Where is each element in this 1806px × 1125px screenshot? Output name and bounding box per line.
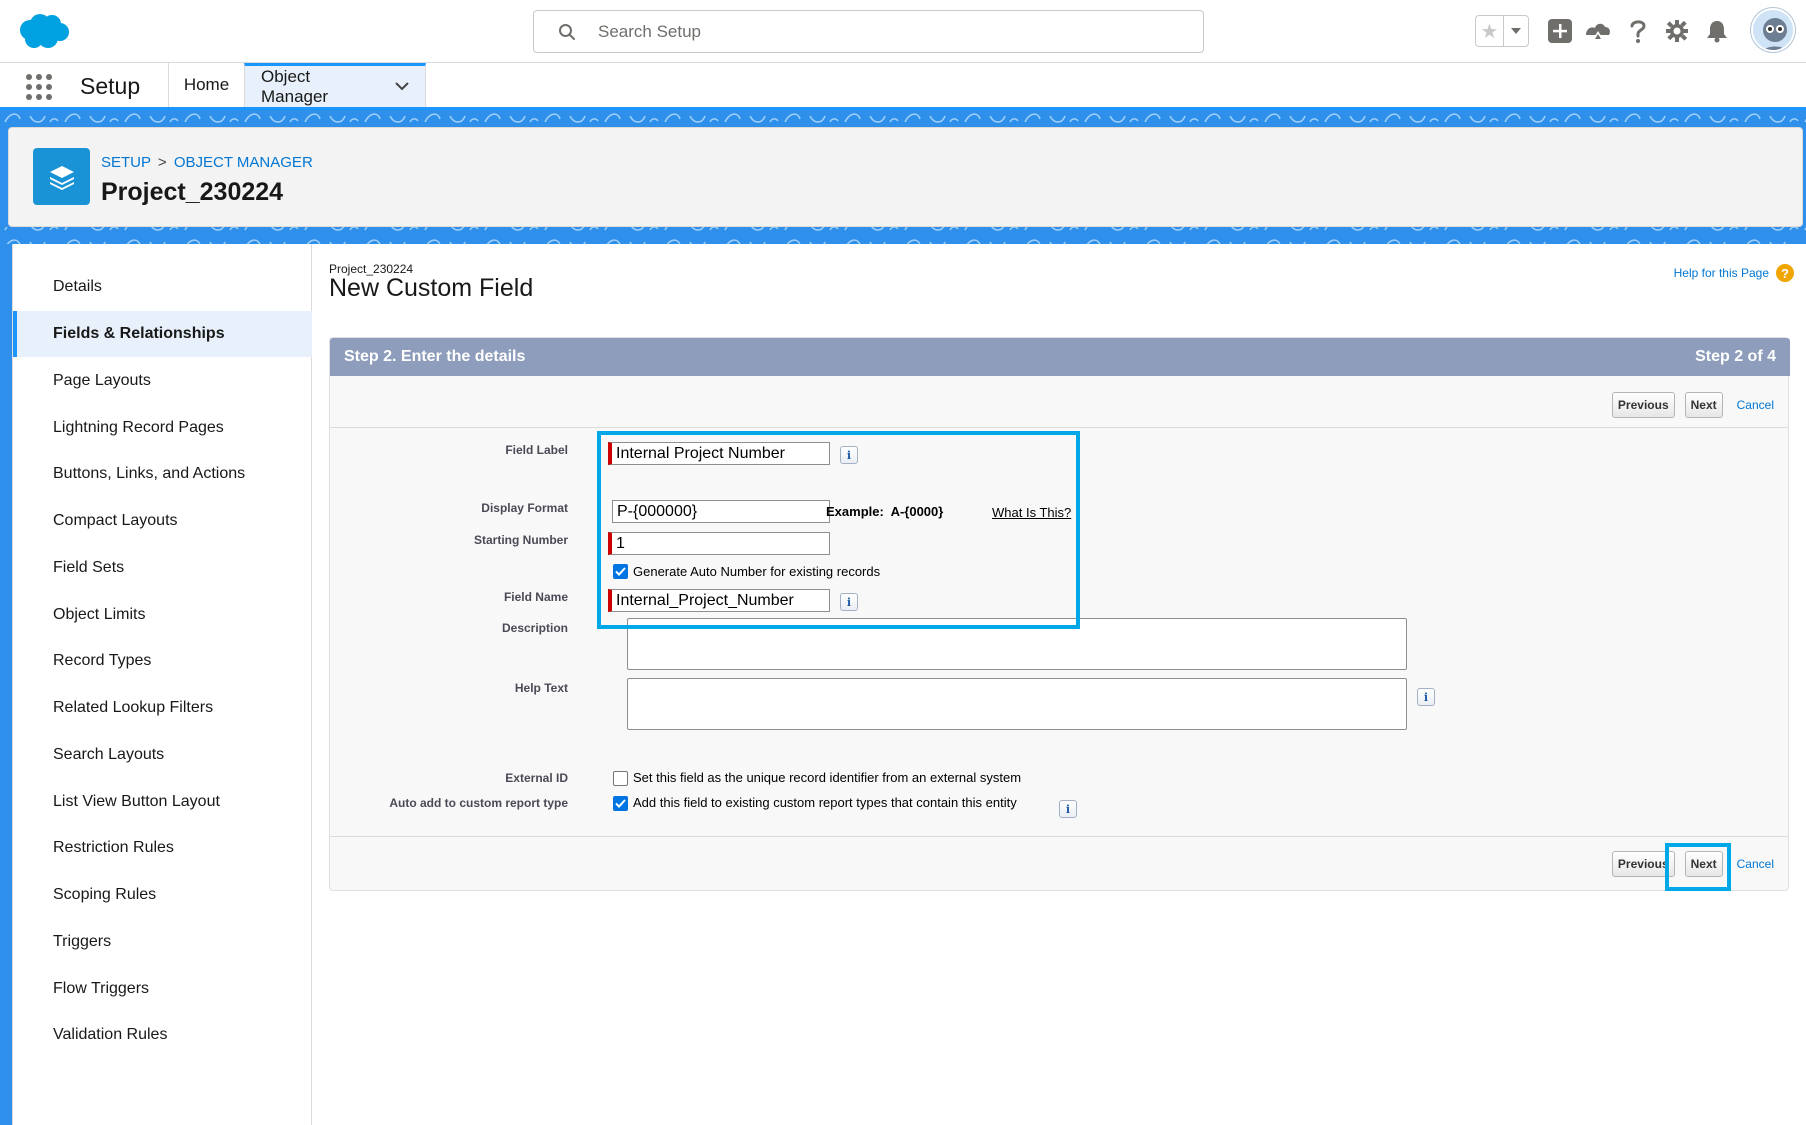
- help-question-icon: ?: [1776, 264, 1794, 282]
- display-format-example: Example: A-{0000}: [826, 504, 943, 519]
- field-name-label: Field Name: [503, 590, 568, 604]
- step-panel: Step 2. Enter the details Step 2 of 4 Pr…: [329, 337, 1790, 891]
- next-button-bottom[interactable]: Next: [1684, 851, 1723, 877]
- context-bar: Setup Home Object Manager: [0, 63, 1806, 110]
- previous-button-bottom[interactable]: Previous: [1611, 851, 1675, 877]
- what-is-this-link[interactable]: What Is This?: [992, 505, 1071, 520]
- object-sidebar: Details Fields & Relationships Page Layo…: [13, 244, 312, 1125]
- sidebar-item-flow-triggers[interactable]: Flow Triggers: [13, 966, 312, 1012]
- trailhead-icon[interactable]: [1583, 16, 1613, 46]
- external-id-label: External ID: [505, 771, 568, 785]
- sidebar-item-page-layouts[interactable]: Page Layouts: [13, 358, 312, 404]
- sidebar-item-fields-relationships[interactable]: Fields & Relationships: [13, 311, 312, 357]
- step-counter: Step 2 of 4: [1695, 348, 1776, 365]
- search-input[interactable]: [598, 19, 1178, 45]
- field-label-info-icon[interactable]: i: [840, 446, 858, 464]
- external-id-checkbox-label: Set this field as the unique record iden…: [633, 770, 1022, 785]
- example-prefix: Example:: [826, 504, 884, 519]
- help-text-label: Help Text: [514, 681, 568, 695]
- page-title: New Custom Field: [329, 274, 534, 302]
- description-textarea[interactable]: [627, 618, 1407, 670]
- step-header: Step 2. Enter the details Step 2 of 4: [330, 338, 1790, 376]
- auto-add-report-checkbox[interactable]: [613, 796, 628, 811]
- user-avatar[interactable]: [1751, 8, 1795, 52]
- previous-button-top[interactable]: Previous: [1611, 392, 1675, 418]
- sidebar-item-record-types[interactable]: Record Types: [13, 638, 312, 684]
- cancel-link-bottom[interactable]: Cancel: [1737, 857, 1774, 871]
- sidebar-item-list-view-button-layout[interactable]: List View Button Layout: [13, 779, 312, 825]
- sidebar-item-scoping-rules[interactable]: Scoping Rules: [13, 872, 312, 918]
- sidebar-item-details[interactable]: Details: [13, 264, 312, 310]
- sidebar-item-search-layouts[interactable]: Search Layouts: [13, 732, 312, 778]
- object-title: Project_230224: [101, 178, 284, 206]
- next-button-top[interactable]: Next: [1684, 392, 1723, 418]
- example-value: A-{0000}: [890, 504, 944, 519]
- generate-auto-number-checkbox[interactable]: [613, 564, 628, 579]
- starting-number-label: Starting Number: [473, 533, 568, 547]
- description-label: Description: [501, 621, 568, 635]
- app-name: Setup: [80, 73, 141, 99]
- notifications-bell-icon[interactable]: [1702, 16, 1732, 46]
- content-area: Project_230224 New Custom Field Help for…: [329, 244, 1799, 1125]
- favorites-group: ★: [1475, 15, 1529, 47]
- auto-add-report-checkbox-label: Add this field to existing custom report…: [633, 795, 1017, 810]
- top-button-row: Previous Next Cancel: [1611, 390, 1774, 420]
- breadcrumb-setup[interactable]: SETUP: [101, 154, 151, 171]
- divider: [330, 836, 1788, 837]
- setup-search-box[interactable]: [533, 10, 1204, 53]
- chevron-down-icon[interactable]: [395, 82, 409, 91]
- tab-home[interactable]: Home: [168, 63, 244, 107]
- breadcrumb: SETUP > OBJECT MANAGER: [101, 154, 313, 171]
- help-icon[interactable]: [1623, 16, 1653, 46]
- help-text-info-icon[interactable]: i: [1417, 688, 1435, 706]
- setup-gear-icon[interactable]: [1662, 16, 1692, 46]
- favorites-star-icon[interactable]: ★: [1476, 16, 1504, 46]
- breadcrumb-separator: >: [157, 154, 167, 171]
- object-header: SETUP > OBJECT MANAGER Project_230224: [8, 127, 1803, 227]
- salesforce-logo-icon[interactable]: [16, 12, 70, 50]
- global-header: ★: [0, 0, 1806, 63]
- sidebar-item-related-lookup-filters[interactable]: Related Lookup Filters: [13, 685, 312, 731]
- generate-auto-number-label: Generate Auto Number for existing record…: [633, 564, 881, 579]
- tab-object-manager-label: Object Manager: [261, 66, 329, 106]
- help-text-textarea[interactable]: [627, 678, 1407, 730]
- sidebar-item-field-sets[interactable]: Field Sets: [13, 545, 312, 591]
- app-launcher-icon[interactable]: [26, 74, 52, 100]
- starting-number-input[interactable]: 1: [608, 532, 830, 555]
- main-area: Details Fields & Relationships Page Layo…: [12, 244, 1806, 1125]
- help-for-this-page-link[interactable]: Help for this Page ?: [1674, 264, 1794, 282]
- breadcrumb-object-manager[interactable]: OBJECT MANAGER: [174, 154, 313, 171]
- global-actions-add-icon[interactable]: [1545, 16, 1575, 46]
- step-title: Step 2. Enter the details: [344, 348, 526, 365]
- cancel-link-top[interactable]: Cancel: [1737, 398, 1774, 412]
- display-format-label: Display Format: [481, 501, 568, 515]
- sidebar-item-lightning-record-pages[interactable]: Lightning Record Pages: [13, 405, 312, 451]
- auto-add-report-label: Auto add to custom report type: [389, 796, 568, 810]
- tab-home-label: Home: [183, 75, 230, 94]
- layers-icon: [33, 148, 90, 205]
- display-format-input[interactable]: P-{000000}: [612, 500, 830, 523]
- external-id-checkbox[interactable]: [613, 771, 628, 786]
- field-label-input[interactable]: Internal Project Number: [608, 442, 830, 465]
- sidebar-item-restriction-rules[interactable]: Restriction Rules: [13, 825, 312, 871]
- sidebar-item-buttons-links-actions[interactable]: Buttons, Links, and Actions: [13, 451, 312, 497]
- tab-object-manager[interactable]: Object Manager: [244, 63, 426, 107]
- sidebar-item-object-limits[interactable]: Object Limits: [13, 592, 312, 638]
- search-icon: [558, 23, 576, 41]
- divider: [330, 427, 1788, 428]
- auto-add-report-info-icon[interactable]: i: [1059, 800, 1077, 818]
- sidebar-item-validation-rules[interactable]: Validation Rules: [13, 1012, 312, 1058]
- field-label-label: Field Label: [505, 443, 568, 457]
- bottom-button-row: Previous Next Cancel: [1611, 849, 1774, 879]
- sidebar-item-compact-layouts[interactable]: Compact Layouts: [13, 498, 312, 544]
- favorites-dropdown-icon[interactable]: [1504, 16, 1528, 46]
- sidebar-item-triggers[interactable]: Triggers: [13, 919, 312, 965]
- field-name-input[interactable]: Internal_Project_Number: [608, 589, 830, 612]
- help-link-label: Help for this Page: [1673, 266, 1769, 280]
- field-name-info-icon[interactable]: i: [840, 593, 858, 611]
